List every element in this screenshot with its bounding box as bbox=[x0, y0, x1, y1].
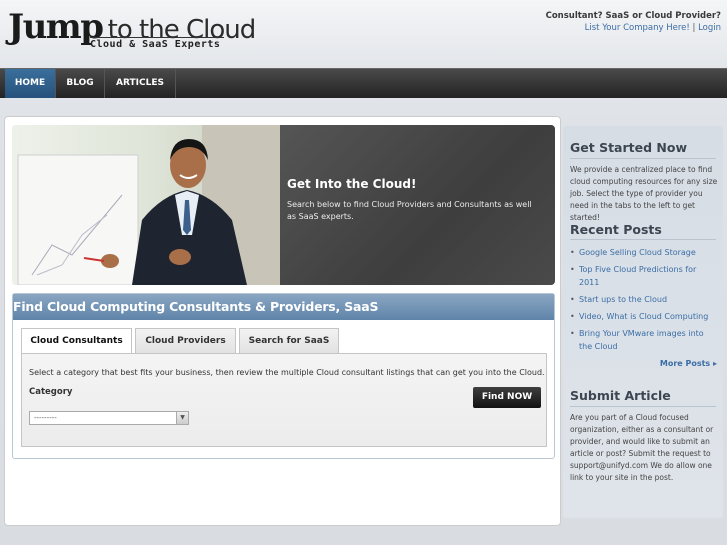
header-question: Consultant? SaaS or Cloud Provider? bbox=[545, 11, 721, 21]
main-nav: HOME BLOG ARTICLES bbox=[0, 68, 727, 98]
post-link[interactable]: Video, What is Cloud Computing bbox=[570, 310, 718, 323]
nav-blog[interactable]: BLOG bbox=[56, 69, 105, 98]
finder-title: Find Cloud Computing Consultants & Provi… bbox=[13, 299, 379, 314]
category-select-value: --------- bbox=[34, 414, 57, 422]
header-links: Consultant? SaaS or Cloud Provider? List… bbox=[546, 10, 721, 34]
post-link[interactable]: Start ups to the Cloud bbox=[570, 293, 718, 306]
hero-photo bbox=[12, 125, 280, 285]
finder-instructions: Select a category that best fits your bu… bbox=[29, 368, 545, 377]
sidebar-divider bbox=[570, 406, 716, 407]
chevron-down-icon[interactable]: ▼ bbox=[176, 412, 188, 424]
find-now-button[interactable]: Find NOW bbox=[473, 387, 541, 408]
category-select[interactable]: --------- ▼ bbox=[29, 411, 189, 425]
site-header: Jump to the Cloud Cloud & SaaS Experts C… bbox=[0, 0, 727, 68]
logo-jump: Jump bbox=[8, 7, 104, 47]
login-link[interactable]: Login bbox=[698, 23, 721, 33]
logo-tagline: Cloud & SaaS Experts bbox=[90, 39, 221, 50]
submit-article-heading: Submit Article bbox=[570, 388, 671, 403]
post-link[interactable]: Bring Your VMware images into the Cloud bbox=[570, 327, 718, 353]
hero-title: Get Into the Cloud! bbox=[287, 177, 417, 191]
tab-cloud-providers[interactable]: Cloud Providers bbox=[135, 328, 236, 353]
post-link[interactable]: Google Selling Cloud Storage bbox=[570, 246, 718, 259]
site-logo[interactable]: Jump to the Cloud Cloud & SaaS Experts bbox=[8, 7, 256, 50]
submit-article-text: Are you part of a Cloud focused organiza… bbox=[570, 413, 714, 482]
list-company-link[interactable]: List Your Company Here! bbox=[585, 23, 690, 33]
tab-cloud-consultants[interactable]: Cloud Consultants bbox=[21, 328, 132, 354]
hero-banner: Get Into the Cloud! Search below to find… bbox=[12, 125, 555, 285]
tab-search-for-saas[interactable]: Search for SaaS bbox=[239, 328, 339, 353]
main-content: Get Into the Cloud! Search below to find… bbox=[4, 116, 561, 526]
logo-underline bbox=[90, 37, 224, 38]
finder-panel: Find Cloud Computing Consultants & Provi… bbox=[12, 293, 555, 459]
link-separator: | bbox=[692, 23, 696, 33]
category-label: Category bbox=[29, 387, 73, 397]
get-started-text: We provide a centralized place to find c… bbox=[570, 165, 718, 222]
finder-header: Find Cloud Computing Consultants & Provi… bbox=[13, 294, 554, 320]
post-link[interactable]: Top Five Cloud Predictions for 2011 bbox=[570, 263, 718, 289]
get-started-heading: Get Started Now bbox=[570, 140, 687, 155]
sidebar-divider bbox=[570, 239, 716, 240]
recent-posts-heading: Recent Posts bbox=[570, 222, 662, 237]
sidebar-divider bbox=[570, 158, 716, 159]
hero-text: Search below to find Cloud Providers and… bbox=[287, 200, 532, 221]
nav-home[interactable]: HOME bbox=[5, 69, 56, 98]
more-posts-link[interactable]: More Posts ▸ bbox=[660, 359, 717, 368]
recent-posts-list: Google Selling Cloud Storage Top Five Cl… bbox=[570, 246, 718, 357]
nav-articles[interactable]: ARTICLES bbox=[105, 69, 176, 98]
tab-panel: Select a category that best fits your bu… bbox=[21, 353, 547, 447]
sidebar: Get Started Now We provide a centralized… bbox=[563, 126, 723, 518]
businessman-illustration bbox=[17, 125, 280, 285]
